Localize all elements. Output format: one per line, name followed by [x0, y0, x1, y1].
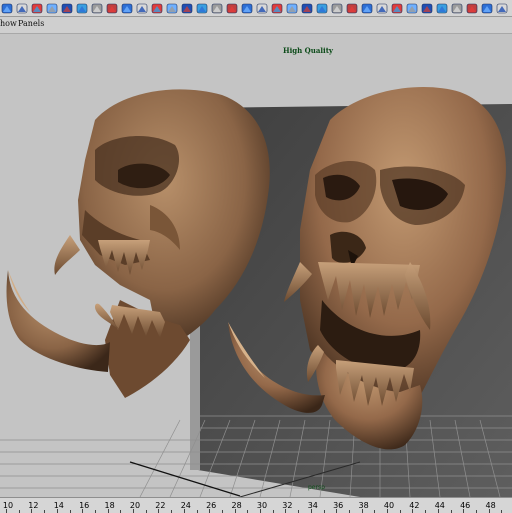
timeline-tick-label: 26	[206, 501, 217, 510]
timeline-tick-label: 44	[434, 501, 445, 510]
camera-icon[interactable]	[211, 0, 223, 14]
field-icon[interactable]	[466, 0, 478, 14]
particle-icon[interactable]	[451, 0, 463, 14]
timeline-tick-label: 36	[333, 501, 344, 510]
timeline-tick-label: 38	[358, 501, 369, 510]
plane-icon[interactable]	[61, 0, 73, 14]
material-icon[interactable]	[226, 0, 238, 14]
timeline-tick	[387, 509, 388, 513]
timeline-tick	[361, 509, 363, 513]
timeline-tick	[285, 509, 287, 513]
fluid-icon[interactable]	[436, 0, 448, 14]
timeline-tick-label: 40	[383, 501, 395, 510]
show-menu[interactable]: how	[0, 19, 17, 28]
cluster-icon[interactable]	[181, 0, 193, 14]
timeline-tick-label: 42	[409, 501, 420, 510]
paint-icon[interactable]	[301, 0, 313, 14]
wrap-icon[interactable]	[391, 0, 403, 14]
lattice-icon[interactable]	[166, 0, 178, 14]
surface-icon[interactable]	[106, 0, 118, 14]
torus-icon[interactable]	[76, 0, 88, 14]
blendshape-icon[interactable]	[376, 0, 388, 14]
panel-menu-bar: how Panels	[0, 17, 512, 34]
timeline-tick	[488, 509, 490, 513]
shading-mode-label: High Quality	[282, 46, 334, 55]
axis-label: persp	[308, 484, 325, 491]
skin-icon[interactable]	[361, 0, 373, 14]
timeline-tick	[82, 509, 84, 513]
timeline-tick	[183, 509, 185, 513]
timeline-tick-label: 12	[28, 501, 39, 510]
cone-icon[interactable]	[46, 0, 58, 14]
timeline-tick	[463, 509, 465, 513]
joint-icon[interactable]	[331, 0, 343, 14]
timeline-tick	[310, 509, 312, 513]
checker-icon[interactable]	[481, 0, 493, 14]
timeline-tick-label: 34	[307, 501, 318, 510]
viewport-scene: persp	[0, 34, 512, 497]
subdiv-icon[interactable]	[136, 0, 148, 14]
timeline-tick	[133, 509, 134, 513]
timeline-tick	[234, 509, 236, 513]
timeline-tick-label: 24	[180, 501, 191, 510]
shelf-toolbar	[0, 0, 512, 17]
time-ruler[interactable]: 10 12 14 16 18 20 22 24 26 28 30 32 34 36 38 40 42 44 46 48	[0, 497, 512, 513]
cube-icon[interactable]	[16, 0, 28, 14]
ik-icon[interactable]	[346, 0, 358, 14]
timeline-tick	[6, 509, 7, 513]
timeline-tick	[107, 509, 109, 513]
light-icon[interactable]	[196, 0, 208, 14]
timeline-tick-label: 20	[129, 501, 141, 510]
persp-viewport[interactable]: persp High Quality	[0, 34, 512, 497]
curve-icon[interactable]	[91, 0, 103, 14]
timeline-tick	[412, 509, 414, 513]
timeline-tick-label: 16	[79, 501, 90, 510]
hair-icon[interactable]	[421, 0, 433, 14]
timeline-tick-label: 46	[460, 501, 471, 510]
timeline-tick	[336, 509, 338, 513]
timeline-tick	[158, 509, 160, 513]
timeline-tick	[209, 509, 211, 513]
hypershade-icon[interactable]	[286, 0, 298, 14]
timeline-tick-label: 28	[231, 501, 242, 510]
timeline-tick-label: 48	[485, 501, 496, 510]
timeline-tick-label: 14	[53, 501, 64, 510]
ipr-icon[interactable]	[271, 0, 283, 14]
cloth-icon[interactable]	[406, 0, 418, 14]
render-icon[interactable]	[256, 0, 268, 14]
display-icon[interactable]	[496, 0, 508, 14]
timeline-tick-label: 30	[256, 501, 268, 510]
timeline-tick	[437, 509, 439, 513]
timeline-tick-label: 22	[155, 501, 166, 510]
polygon-icon[interactable]	[121, 0, 133, 14]
timeline-tick-label: 10	[2, 501, 14, 510]
cylinder-icon[interactable]	[31, 0, 43, 14]
timeline-tick	[31, 509, 33, 513]
timeline-tick-label: 32	[282, 501, 293, 510]
timeline-tick	[56, 509, 58, 513]
deformer-icon[interactable]	[151, 0, 163, 14]
panels-menu[interactable]: Panels	[18, 19, 44, 28]
timeline-tick	[260, 509, 261, 513]
sculpt-icon[interactable]	[316, 0, 328, 14]
texture-icon[interactable]	[241, 0, 253, 14]
timeline-tick-label: 18	[104, 501, 115, 510]
sphere-icon[interactable]	[1, 0, 13, 14]
